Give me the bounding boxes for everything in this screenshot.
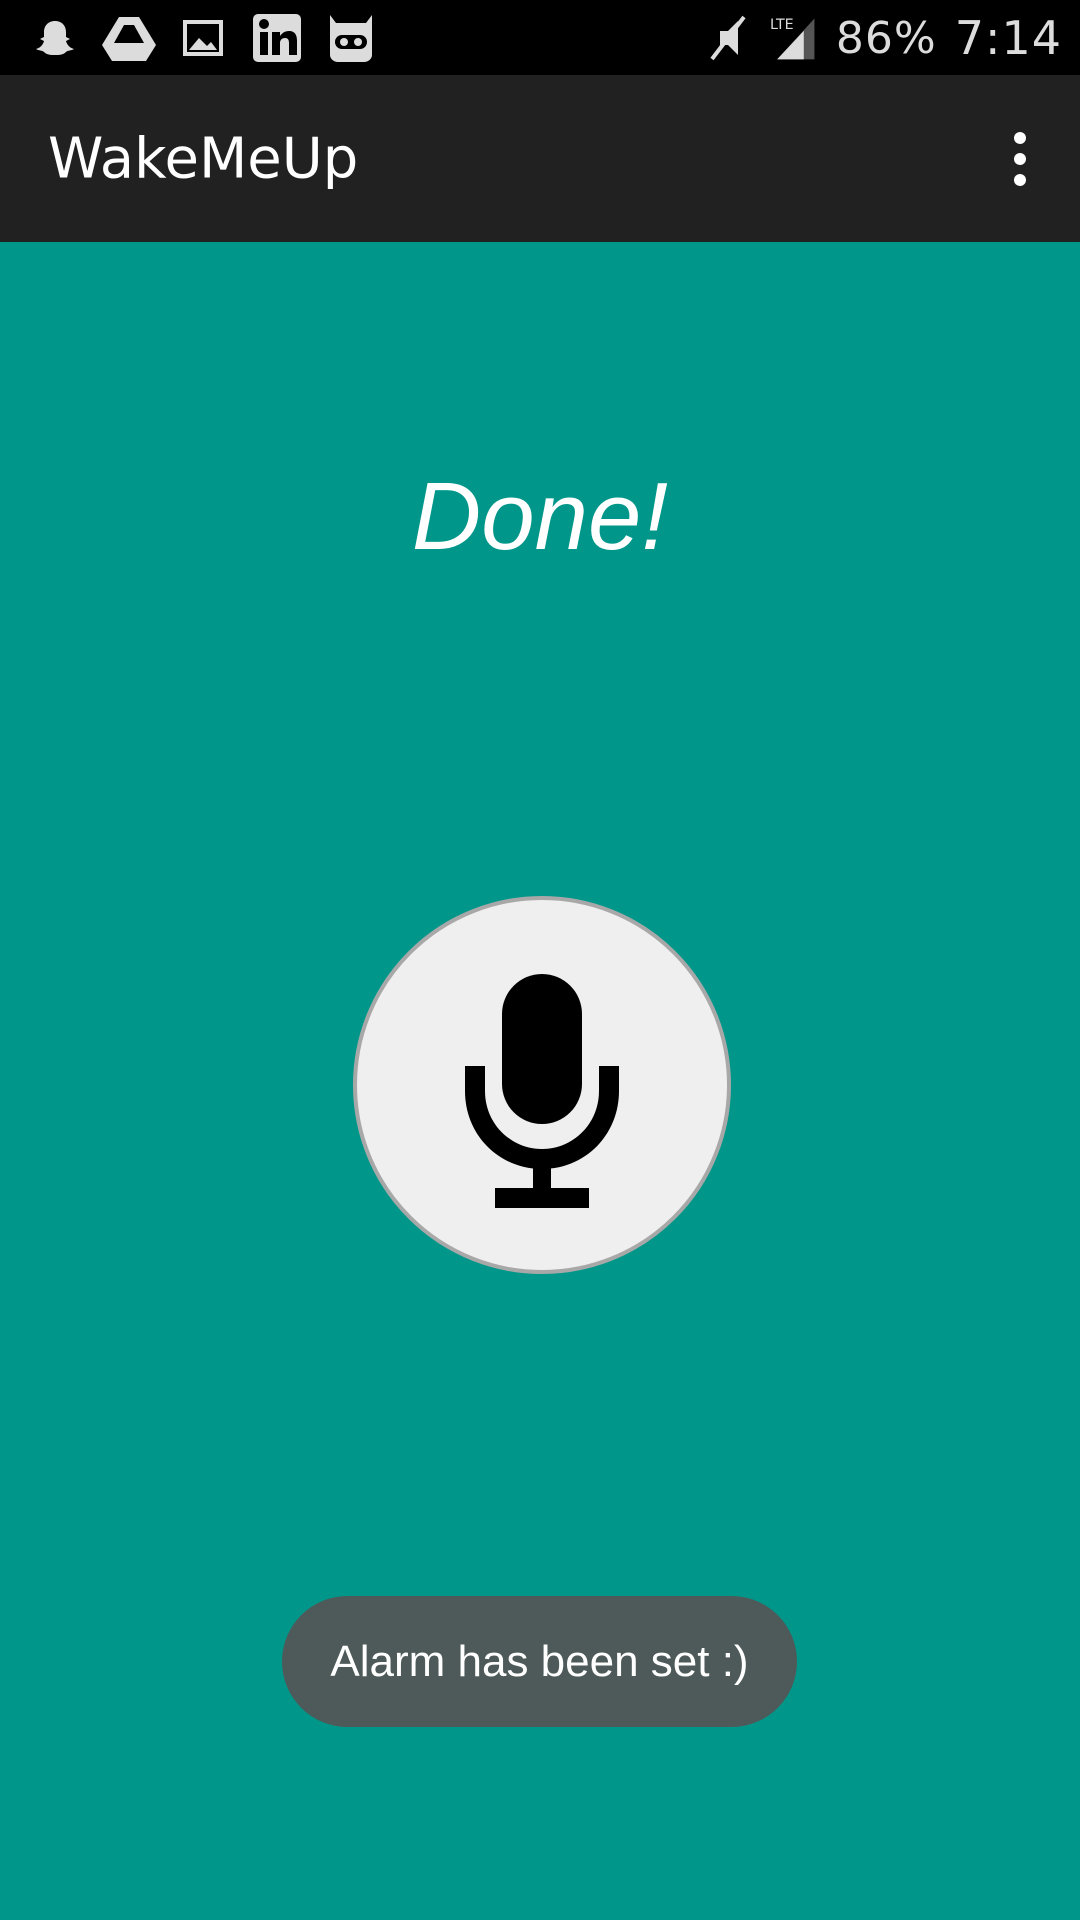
- overflow-menu-dot: [1014, 173, 1026, 186]
- toast-message: Alarm has been set :): [330, 1636, 749, 1686]
- gallery-icon: [176, 11, 230, 65]
- lte-signal-icon: LTE: [770, 12, 818, 64]
- cyanogenmod-icon: [324, 11, 378, 65]
- notification-icons: [28, 10, 378, 66]
- overflow-menu-icon: [1014, 131, 1026, 144]
- battery-level: 86%: [835, 12, 937, 64]
- system-indicators: LTE 86% 7:14: [704, 8, 1062, 68]
- overflow-menu-dot: [1014, 152, 1026, 165]
- linkedin-icon: [250, 11, 304, 65]
- overflow-menu-button[interactable]: [992, 119, 1048, 199]
- status-message: Done!: [411, 463, 669, 570]
- google-drive-icon: [102, 11, 156, 65]
- status-bar: LTE 86% 7:14: [0, 0, 1080, 75]
- clock: 7:14: [954, 11, 1062, 65]
- toast-notification: Alarm has been set :): [282, 1596, 797, 1727]
- action-bar: WakeMeUp: [0, 75, 1080, 242]
- mute-icon: [704, 12, 752, 64]
- main-content: Done! Alarm has been set :): [0, 242, 1080, 1920]
- network-label: LTE: [770, 17, 794, 33]
- microphone-icon: [465, 974, 619, 1208]
- snapchat-icon: [28, 11, 82, 65]
- record-button[interactable]: [353, 896, 731, 1274]
- app-title: WakeMeUp: [48, 126, 359, 191]
